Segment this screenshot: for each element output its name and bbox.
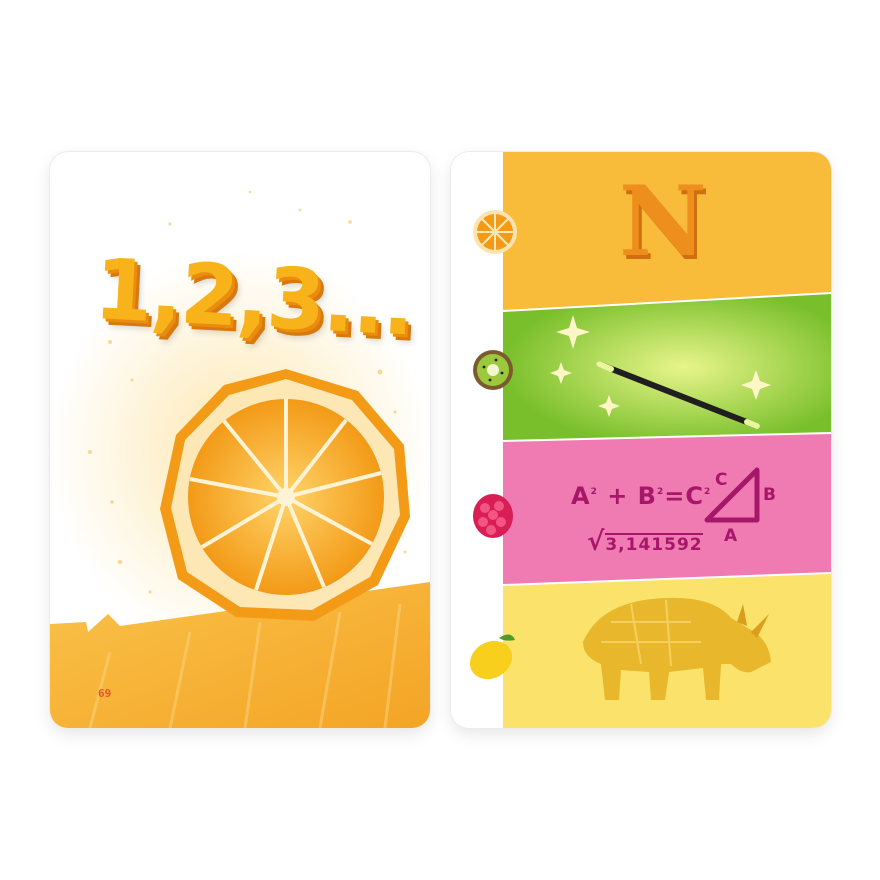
page-number: 69 (98, 687, 112, 700)
math-b: B (637, 482, 657, 510)
raspberry-icon (473, 494, 513, 538)
pi-value: 3,141592 (605, 533, 703, 555)
pythagorean-formula: A2 + B2=C2 (571, 482, 711, 510)
orange-icon (473, 210, 517, 254)
triangle-label-side: B (763, 485, 776, 505)
right-card: N A2 + B2=C2 √3,141592 C B A (451, 152, 831, 728)
left-card: 1,2,3... 69 (50, 152, 430, 728)
left-card-art (50, 190, 430, 728)
band-green (503, 294, 831, 440)
triangle-label-top: C (715, 470, 728, 490)
exp-3: 2 (703, 487, 712, 497)
letter-n: N (619, 165, 707, 278)
math-a: A (571, 482, 591, 510)
math-c: C (685, 482, 704, 510)
exp-1: 2 (590, 487, 598, 497)
kiwi-icon (473, 350, 513, 390)
triangle-label-bottom: A (724, 526, 738, 546)
pi-value-line: √3,141592 (587, 527, 703, 557)
sqrt-icon: √ (587, 527, 606, 557)
math-plus: + (607, 482, 629, 510)
math-equals: = (664, 482, 686, 510)
